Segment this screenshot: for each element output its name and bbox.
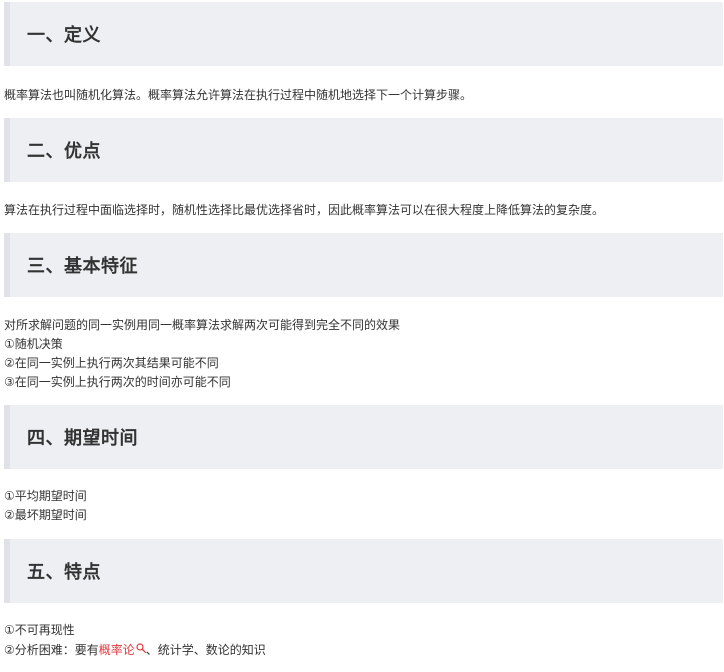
section-title: 四、期望时间	[27, 428, 138, 449]
list-item-suffix: 、统计学、数论的知识	[145, 643, 266, 657]
list-item: ①平均期望时间	[4, 489, 87, 503]
paragraph-line: 概率算法也叫随机化算法。概率算法允许算法在执行过程中随机地选择下一个计算步骤。	[4, 88, 473, 102]
list-item: ②分析困难：要有概率论 、统计学、数论的知识	[4, 640, 266, 659]
paragraph-line: 对所求解问题的同一实例用同一概率算法求解两次可能得到完全不同的效果	[4, 318, 401, 332]
list-item: ②在同一实例上执行两次其结果可能不同	[4, 356, 219, 370]
list-item: ①随机决策	[4, 337, 63, 351]
section-body-characteristics: ①不可再现性 ②分析困难：要有概率论 、统计学、数论的知识	[4, 621, 266, 659]
section-title: 五、特点	[27, 562, 101, 583]
document: 一、定义 概率算法也叫随机化算法。概率算法允许算法在执行过程中随机地选择下一个计…	[0, 0, 724, 672]
probability-theory-link[interactable]: 概率论	[99, 643, 135, 657]
section-header-features: 三、基本特征	[4, 233, 723, 297]
paragraph-line: 算法在执行过程中面临选择时，随机性选择比最优选择省时，因此概率算法可以在很大程度…	[4, 203, 605, 217]
list-item: ②最坏期望时间	[4, 508, 87, 522]
list-item-prefix: ②分析困难：要有	[4, 643, 99, 657]
section-header-characteristics: 五、特点	[4, 539, 723, 603]
section-header-expected-time: 四、期望时间	[4, 405, 723, 469]
section-title: 一、定义	[27, 25, 101, 46]
section-header-advantages: 二、优点	[4, 118, 723, 182]
section-title: 二、优点	[27, 141, 101, 162]
section-title: 三、基本特征	[27, 256, 138, 277]
section-body-definition: 概率算法也叫随机化算法。概率算法允许算法在执行过程中随机地选择下一个计算步骤。	[4, 86, 472, 105]
list-item: ①不可再现性	[4, 623, 75, 637]
section-header-definition: 一、定义	[4, 2, 723, 66]
section-body-advantages: 算法在执行过程中面临选择时，随机性选择比最优选择省时，因此概率算法可以在很大程度…	[4, 201, 604, 220]
search-icon[interactable]	[136, 640, 146, 653]
section-body-expected-time: ①平均期望时间 ②最坏期望时间	[4, 487, 87, 525]
list-item: ③在同一实例上执行两次的时间亦可能不同	[4, 375, 231, 389]
section-body-features: 对所求解问题的同一实例用同一概率算法求解两次可能得到完全不同的效果 ①随机决策 …	[4, 316, 400, 392]
